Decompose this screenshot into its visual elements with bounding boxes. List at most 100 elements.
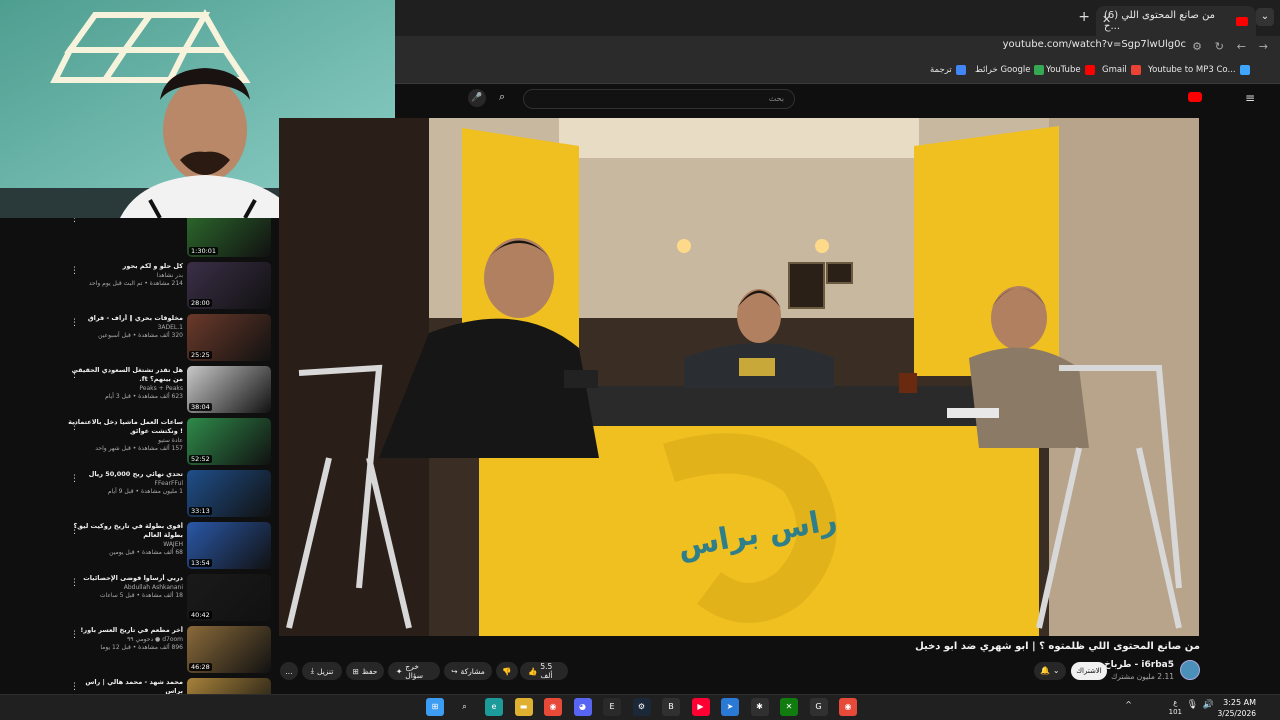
app-bm-icon[interactable]: B	[662, 698, 680, 716]
voice-search-button[interactable]: 🎤	[468, 89, 486, 107]
recommendation-title: أقوى بطولة في تاريخ روكيت ليق؟ بطولة الع…	[73, 522, 183, 539]
close-tab-icon[interactable]: ✕	[1102, 13, 1111, 26]
recommendation-meta: 18 ألف مشاهدة • قبل 5 ساعات	[99, 592, 183, 599]
xbox-icon[interactable]: ✕	[780, 698, 798, 716]
recommendation-meta: 623 ألف مشاهدة • قبل 3 أيام	[105, 393, 183, 400]
bookmark-item[interactable]: Youtube to MP3 Co...	[1148, 65, 1250, 75]
more-options-icon[interactable]: ⋮	[70, 630, 79, 640]
epic-games-icon[interactable]: E	[603, 698, 621, 716]
recommendation-channel[interactable]: عادة ستيو	[67, 436, 183, 445]
recommendation-item[interactable]: 38:04 هل تقدر تشتغل السعودي الحقيقي من بي…	[60, 366, 275, 414]
video-thumbnail[interactable]: 40:42	[187, 574, 271, 621]
save-button[interactable]: ⊞ حفظ	[346, 662, 384, 680]
recommendation-item[interactable]: 1:30:01239 ألف مشاهدة • قبل 10 أيام⋮	[60, 218, 275, 258]
speaker-tray-icon[interactable]: 🔊	[1203, 700, 1214, 710]
recommendation-meta: 320 ألف مشاهدة • قبل أسبوعين	[98, 332, 183, 339]
download-button[interactable]: ⤓ تنزيل	[302, 662, 342, 680]
recommendation-channel[interactable]: 3ADEL.1	[67, 323, 183, 332]
more-actions-button[interactable]: ...	[280, 662, 298, 680]
video-thumbnail[interactable]: 25:25	[187, 314, 271, 361]
more-options-icon[interactable]: ⋮	[70, 682, 79, 692]
video-thumbnail[interactable]: 13:54	[187, 522, 271, 569]
share-button[interactable]: ↪ مشاركة	[444, 662, 492, 680]
more-options-icon[interactable]: ⋮	[70, 370, 79, 380]
discord-icon[interactable]: ◕	[573, 698, 592, 716]
youtube-logo[interactable]	[1188, 92, 1202, 102]
recommendation-channel[interactable]: بدر نشاهدا	[67, 271, 183, 280]
search-icon[interactable]: ⌕	[455, 698, 474, 716]
bookmark-item[interactable]: YouTube	[1046, 65, 1095, 75]
video-thumbnail[interactable]: 46:28	[187, 626, 271, 673]
video-thumbnail[interactable]: 38:04	[187, 366, 271, 413]
recommendation-title: تحدي نهائي ربح 50,000 ريال	[88, 470, 183, 478]
recommendation-channel[interactable]: Peaks + Peaks	[67, 384, 183, 393]
more-options-icon[interactable]: ⋮	[70, 578, 79, 588]
more-options-icon[interactable]: ⋮	[70, 218, 79, 224]
more-options-icon[interactable]: ⋮	[70, 474, 79, 484]
search-icon[interactable]: ⌕	[499, 90, 505, 104]
more-options-icon[interactable]: ⋮	[70, 422, 79, 432]
recommendation-item[interactable]: 52:52 ساعات العمل ماشيا دخل بالاعتمادية !…	[60, 418, 275, 466]
subscribe-button[interactable]: الاشتراك	[1071, 662, 1107, 680]
notification-bell-button[interactable]: 🔔 ⌄	[1034, 662, 1066, 680]
bookmark-item[interactable]: خرائط Google	[975, 65, 1045, 75]
ask-button[interactable]: ✦ خرج سؤال	[388, 662, 440, 680]
reload-button[interactable]: ↻	[1215, 40, 1224, 53]
paper-plane-icon[interactable]: ➤	[721, 698, 739, 716]
video-player[interactable]: راس براس	[279, 118, 1199, 636]
video-thumbnail[interactable]: 28:00	[187, 262, 271, 309]
bookmark-item[interactable]: Gmail	[1102, 65, 1141, 75]
bookmark-item[interactable]: ترجمة	[930, 65, 966, 75]
recommendation-item[interactable]: 13:54 أقوى بطولة في تاريخ روكيت ليق؟ بطول…	[60, 522, 275, 570]
recommendation-title: محمد شهد - محمد هالي | راس براس	[85, 678, 183, 694]
recommendation-channel[interactable]: Abdullah Ashkanani	[67, 583, 183, 592]
forward-button[interactable]: →	[1259, 40, 1268, 53]
video-thumbnail[interactable]: 1:30:01	[187, 218, 271, 257]
input-language-indicator[interactable]: ع 101	[1169, 699, 1182, 717]
recommendation-item[interactable]: 25:25 مخلوقات بحري ‖ أراف - فراق 3ADEL.1 32…	[60, 314, 275, 362]
tab-search-button[interactable]: ⌄	[1256, 8, 1274, 26]
file-explorer-icon[interactable]: ▬	[514, 698, 533, 716]
recommendation-channel[interactable]: WAJEH	[67, 540, 183, 549]
recommendation-channel[interactable]: FFearFFul	[67, 479, 183, 488]
video-thumbnail[interactable]	[187, 678, 271, 694]
chrome-active-icon[interactable]: ◉	[839, 698, 857, 716]
recommendation-item[interactable]: 28:00 كل حلو و لكم بحور بدر نشاهدا 214 مشاه…	[60, 262, 275, 310]
steam-icon[interactable]: ⚙	[632, 698, 651, 716]
clock-time[interactable]: 3:25 AM	[1223, 698, 1256, 707]
more-options-icon[interactable]: ⋮	[70, 526, 79, 536]
channel-name[interactable]: i6rba5 - طرباخ	[1104, 660, 1174, 670]
dislike-button[interactable]: 👎	[496, 662, 518, 680]
clock-date[interactable]: 3/25/2026	[1218, 709, 1256, 718]
hamburger-menu-icon[interactable]: ≡	[1245, 91, 1255, 105]
microphone-tray-icon[interactable]: 🎙	[1187, 700, 1198, 710]
like-button[interactable]: 👍 5.5 ألف	[520, 662, 568, 680]
video-thumbnail[interactable]: 52:52	[187, 418, 271, 465]
recommendation-item[interactable]: 33:13 تحدي نهائي ربح 50,000 ريال FFearFFul…	[60, 470, 275, 518]
more-options-icon[interactable]: ⋮	[70, 266, 79, 276]
recommendation-item[interactable]: 40:42 دربي أرساوا فوضى الإحصائيات Abdullah…	[60, 574, 275, 622]
browser-tab-active[interactable]: (6) من صانع المحتوى اللي ح... ✕	[1096, 6, 1256, 36]
new-tab-button[interactable]: +	[1078, 9, 1090, 25]
search-input[interactable]: بحث	[523, 89, 795, 109]
app-g-icon[interactable]: G	[809, 698, 828, 716]
url-field[interactable]: youtube.com/watch?v=Sgp7lwUlg0c	[1003, 39, 1186, 50]
recommendation-item[interactable]: 46:28 أخر مطعم في تاريخ العسر باور! d7oom …	[60, 626, 275, 674]
site-settings-icon[interactable]: ⚙	[1192, 40, 1202, 53]
system-tray-expand-icon[interactable]: ^	[1125, 700, 1132, 709]
edge-icon[interactable]: e	[485, 698, 503, 716]
video-title: من صانع المحتوى اللي ظلمتوه ؟ | ابو شهري…	[915, 641, 1200, 652]
youtube-music-icon[interactable]: ▶	[691, 698, 710, 716]
settings-icon[interactable]: ✱	[750, 698, 769, 716]
share-label: مشاركة	[460, 666, 485, 676]
bookmark-label: Youtube to MP3 Co...	[1148, 65, 1236, 75]
recommendation-channel[interactable]: d7oom ● دحومي ٩٩	[67, 635, 183, 644]
video-duration: 46:28	[189, 663, 212, 671]
channel-avatar[interactable]	[1180, 660, 1200, 680]
more-options-icon[interactable]: ⋮	[70, 318, 79, 328]
back-button[interactable]: ←	[1237, 40, 1246, 53]
video-thumbnail[interactable]: 33:13	[187, 470, 271, 517]
recommendation-item[interactable]: محمد شهد - محمد هالي | راس براسi6rba5⋮	[60, 678, 275, 694]
windows-start-icon[interactable]: ⊞	[426, 698, 444, 716]
chrome-icon[interactable]: ◉	[544, 698, 562, 716]
